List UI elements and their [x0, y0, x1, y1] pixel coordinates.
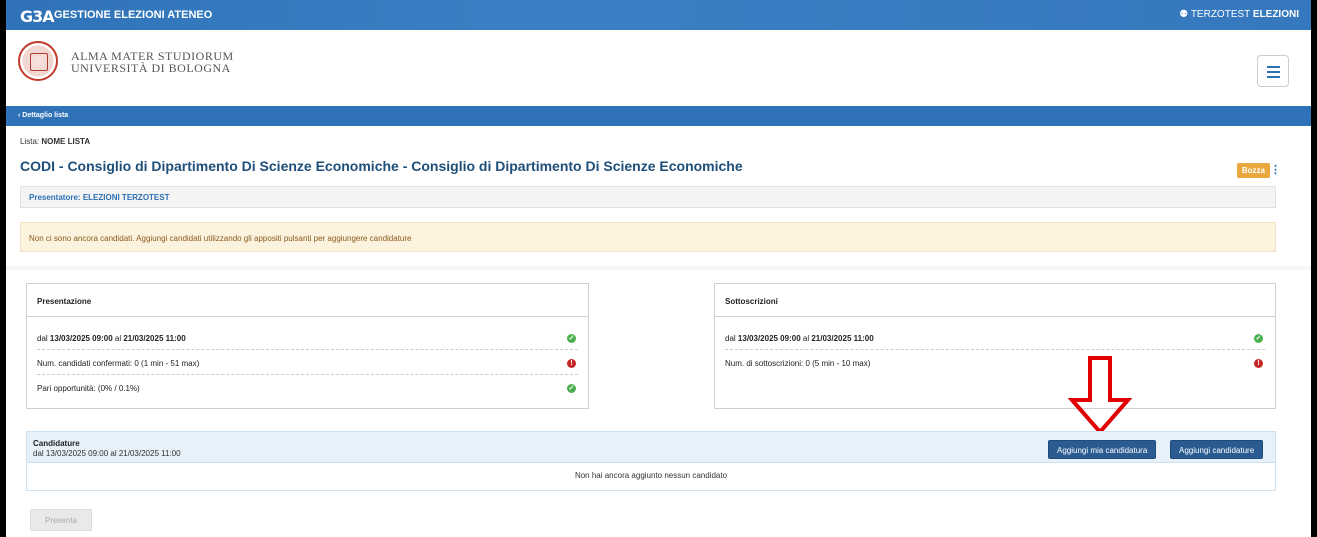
back-link-label: Dettaglio lista — [22, 112, 69, 119]
list-label: Lista: NOME LISTA — [20, 137, 90, 146]
list-name: NOME LISTA — [41, 137, 91, 146]
period-mid: al — [802, 334, 810, 343]
more-options-icon[interactable]: ⋮ — [1270, 163, 1281, 176]
breadcrumb-bar: ‹ Dettaglio lista — [6, 106, 1311, 126]
red-down-arrow-icon — [1068, 356, 1132, 436]
presenter-bar: Presentatore: ELEZIONI TERZOTEST — [20, 186, 1276, 208]
panel-title: Sottoscrizioni — [715, 284, 1275, 317]
no-candidates-alert: Non ci sono ancora candidati. Aggiungi c… — [20, 222, 1276, 252]
empty-candidates-message: Non hai ancora aggiunto nessun candidato — [574, 471, 728, 480]
period-from: 13/03/2025 09:00 — [737, 334, 801, 343]
presentazione-candidati-row: Num. candidati confermati: 0 (1 min - 51… — [37, 350, 578, 375]
panel-title: Presentazione — [27, 284, 588, 317]
presenter-name: ELEZIONI TERZOTEST — [82, 193, 170, 202]
app-frame: G3A GESTIONE ELEZIONI ATENEO ⚉ TERZOTEST… — [0, 0, 1317, 537]
sottoscrizioni-count: Num. di sottoscrizioni: 0 (5 min - 10 ma… — [725, 359, 871, 368]
period-to: 21/03/2025 11:00 — [123, 334, 186, 343]
candidature-period: dal 13/03/2025 09:00 al 21/03/2025 11:00 — [33, 449, 181, 458]
error-icon: ! — [567, 359, 576, 368]
university-header: ALMA MATER STUDIORUM UNIVERSITÀ DI BOLOG… — [6, 30, 1311, 103]
list-label-prefix: Lista: — [20, 137, 40, 146]
page-title: CODI - Consiglio di Dipartimento Di Scie… — [20, 158, 743, 174]
sottoscrizioni-count-row: Num. di sottoscrizioni: 0 (5 min - 10 ma… — [725, 350, 1265, 375]
section-divider — [6, 266, 1311, 270]
university-seal-logo[interactable] — [18, 41, 58, 81]
sottoscrizioni-panel: Sottoscrizioni dal 13/03/2025 09:00 al 2… — [714, 283, 1276, 409]
user-menu[interactable]: ⚉ TERZOTEST ELEZIONI — [1179, 9, 1299, 20]
error-icon: ! — [1254, 359, 1263, 368]
period-prefix: dal — [37, 334, 48, 343]
add-my-candidacy-button[interactable]: Aggiungi mia candidatura — [1048, 440, 1157, 459]
user-first-name: TERZOTEST — [1190, 9, 1251, 20]
candidati-count: Num. candidati confermati: 0 (1 min - 51… — [37, 359, 200, 368]
hamburger-menu-button[interactable] — [1257, 55, 1289, 87]
top-bar: G3A GESTIONE ELEZIONI ATENEO ⚉ TERZOTEST… — [6, 0, 1311, 30]
period-prefix: dal — [725, 334, 736, 343]
check-icon: ✓ — [567, 384, 576, 393]
hamburger-icon-bar — [1267, 71, 1280, 73]
university-name-line2: UNIVERSITÀ DI BOLOGNA — [71, 61, 231, 75]
hamburger-icon — [1267, 66, 1280, 68]
candidature-title: Candidature — [33, 439, 80, 448]
sottoscrizioni-period-row: dal 13/03/2025 09:00 al 21/03/2025 11:00… — [725, 325, 1265, 350]
user-last-name: ELEZIONI — [1252, 9, 1299, 20]
presenta-button[interactable]: Presenta — [30, 509, 92, 531]
add-candidacies-button[interactable]: Aggiungi candidature — [1170, 440, 1264, 459]
user-icon: ⚉ — [1179, 9, 1189, 20]
app-logo: G3A — [20, 7, 55, 26]
back-link[interactable]: ‹ Dettaglio lista — [18, 112, 68, 119]
presentazione-period-row: dal 13/03/2025 09:00 al 21/03/2025 11:00… — [37, 325, 578, 350]
status-badge: Bozza — [1236, 163, 1270, 178]
university-name[interactable]: ALMA MATER STUDIORUM UNIVERSITÀ DI BOLOG… — [71, 50, 234, 74]
candidature-section: Candidature dal 13/03/2025 09:00 al 21/0… — [26, 431, 1276, 491]
presenter-label: Presentatore: — [29, 193, 81, 202]
presentazione-pari-row: Pari opportunità: (0% / 0.1%) ✓ — [37, 375, 578, 400]
pari-opportunita: Pari opportunità: (0% / 0.1%) — [37, 384, 140, 393]
hamburger-icon-bar — [1267, 76, 1280, 78]
period-to: 21/03/2025 11:00 — [811, 334, 874, 343]
check-icon: ✓ — [1254, 334, 1263, 343]
period-from: 13/03/2025 09:00 — [49, 334, 113, 343]
chevron-left-icon: ‹ — [18, 112, 21, 119]
candidature-header: Candidature dal 13/03/2025 09:00 al 21/0… — [27, 432, 1275, 463]
check-icon: ✓ — [567, 334, 576, 343]
app-title[interactable]: GESTIONE ELEZIONI ATENEO — [54, 9, 212, 21]
period-mid: al — [114, 334, 122, 343]
presentazione-panel: Presentazione dal 13/03/2025 09:00 al 21… — [26, 283, 589, 409]
